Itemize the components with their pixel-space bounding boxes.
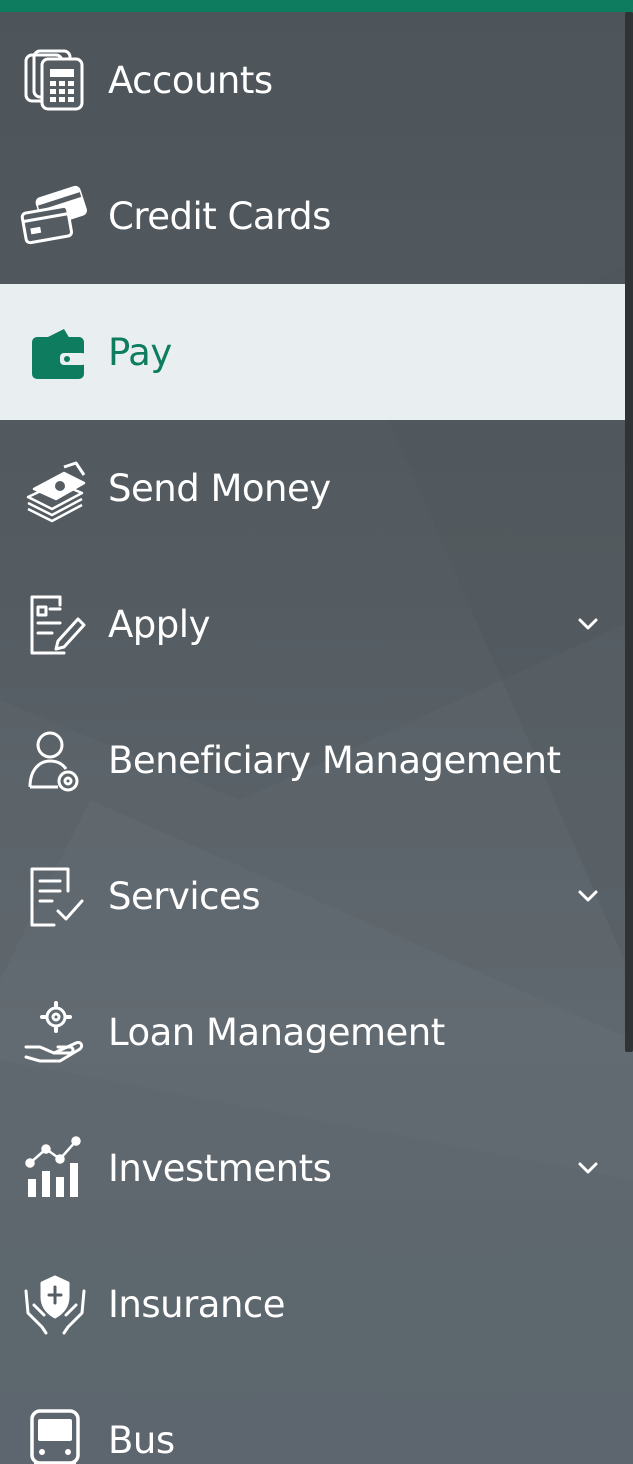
user-settings-icon [20,724,92,796]
shield-hands-icon [20,1268,92,1340]
chevron-down-icon[interactable] [575,1155,601,1181]
menu-item-label: Pay [108,330,172,374]
menu-item-label: Send Money [108,466,331,510]
menu-item-label: Investments [108,1146,332,1190]
menu-item-insurance[interactable]: Insurance [0,1236,625,1372]
nav-menu: Accounts Credit Cards Pay Send Money App… [0,12,625,1464]
top-accent-bar [0,0,633,12]
accounts-icon [20,44,92,116]
checklist-icon [20,860,92,932]
hand-gear-icon [20,996,92,1068]
sidebar-menu: Accounts Credit Cards Pay Send Money App… [0,0,633,1464]
menu-item-beneficiary-management[interactable]: Beneficiary Management [0,692,625,828]
chevron-down-icon[interactable] [575,883,601,909]
menu-item-label: Credit Cards [108,194,331,238]
menu-item-services[interactable]: Services [0,828,625,964]
form-edit-icon [20,588,92,660]
menu-item-label: Apply [108,602,210,646]
bus-icon [20,1404,92,1464]
menu-item-label: Loan Management [108,1010,445,1054]
menu-item-label: Bus [108,1418,175,1462]
chevron-down-icon[interactable] [575,611,601,637]
menu-item-label: Beneficiary Management [108,738,561,782]
menu-item-credit-cards[interactable]: Credit Cards [0,148,625,284]
menu-item-bus[interactable]: Bus [0,1372,625,1464]
menu-item-send-money[interactable]: Send Money [0,420,625,556]
menu-item-loan-management[interactable]: Loan Management [0,964,625,1100]
menu-item-pay[interactable]: Pay [0,284,625,420]
menu-item-label: Accounts [108,58,273,102]
scrollbar[interactable] [625,12,633,1052]
credit-cards-icon [20,180,92,252]
investment-chart-icon [20,1132,92,1204]
menu-item-label: Insurance [108,1282,286,1326]
money-stack-icon [20,452,92,524]
menu-item-label: Services [108,874,261,918]
menu-item-investments[interactable]: Investments [0,1100,625,1236]
menu-item-apply[interactable]: Apply [0,556,625,692]
wallet-icon [20,316,92,388]
menu-item-accounts[interactable]: Accounts [0,12,625,148]
